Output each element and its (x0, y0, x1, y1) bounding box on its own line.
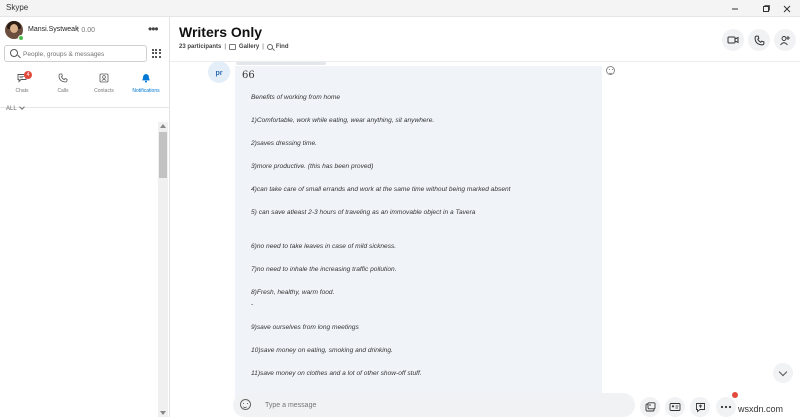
file-share-button[interactable] (690, 397, 710, 417)
more-options-icon (720, 405, 732, 409)
message-line: 7)no need to inhale the increasing traff… (251, 266, 397, 273)
message-line: Benefits of working from home (251, 94, 341, 101)
profile-name[interactable]: Mansi.Systweak (28, 26, 79, 33)
search-icon (10, 49, 18, 57)
skype-credit[interactable]: ₹ 0.00 (75, 26, 95, 34)
add-person-button[interactable] (774, 29, 796, 51)
message-line: 4)can take care of small errands and wor… (251, 186, 511, 193)
message-line: 2)saves dressing time. (251, 140, 317, 147)
presence-indicator (18, 35, 24, 41)
scrollbar-thumb[interactable] (159, 132, 167, 178)
watermark: wsxdn.com (738, 404, 784, 414)
audio-call-button[interactable] (748, 29, 770, 51)
more-options-button[interactable] (716, 397, 736, 417)
bell-icon (142, 74, 150, 83)
dialpad-icon[interactable] (150, 47, 162, 59)
contact-card-button[interactable] (665, 397, 685, 417)
search-box[interactable] (4, 45, 147, 62)
message-line: 9)save ourselves from long meetings (251, 324, 359, 331)
chat-meta: 23 participants | Gallery | Find (179, 44, 289, 50)
tab-calls[interactable]: Calls (43, 71, 83, 107)
close-icon (783, 5, 791, 12)
message-line: 5) can save atleast 2-3 hours of traveli… (251, 209, 476, 216)
message-line: 8)Fresh, healthy, warm food. (251, 289, 335, 296)
notification-dot (732, 392, 738, 398)
search-icon (266, 44, 273, 50)
app-title: Skype (6, 3, 29, 12)
message-line: 11)save money on clothes and a lot of ot… (251, 370, 422, 377)
message-line: 10)save money on eating, smoking and dri… (251, 347, 393, 354)
scroll-to-bottom-button[interactable] (773, 363, 793, 383)
contact-card-icon (669, 403, 681, 411)
ellipsis-icon[interactable]: ••• (148, 22, 159, 36)
message-line: 6)no need to take leaves in case of mild… (251, 243, 397, 250)
scroll-down-icon[interactable] (160, 411, 166, 415)
video-call-icon (727, 36, 739, 44)
message-input[interactable] (265, 399, 565, 411)
file-share-icon (695, 402, 705, 412)
divider (0, 107, 169, 108)
filter-dropdown[interactable]: ALL (6, 104, 25, 112)
chevron-down-icon (18, 104, 25, 110)
close-button[interactable] (774, 0, 800, 17)
tab-label: Contacts (94, 88, 114, 94)
message-composer[interactable] (233, 393, 635, 417)
tab-chats[interactable]: 4 Chats (2, 71, 42, 107)
video-call-button[interactable] (722, 29, 744, 51)
sidebar-scrollbar[interactable] (158, 122, 168, 417)
media-gallery-button[interactable] (640, 397, 660, 417)
tab-label: Chats (15, 88, 29, 94)
audio-call-icon (754, 35, 764, 45)
chat-pane: Writers Only 23 participants | Gallery |… (170, 17, 800, 417)
title-bar: Skype (0, 0, 800, 17)
scroll-up-icon[interactable] (160, 124, 166, 128)
media-gallery-icon (645, 402, 655, 412)
emoji-icon[interactable] (240, 399, 251, 410)
quote-icon: 66 (242, 70, 255, 81)
gallery-link[interactable]: Gallery (239, 44, 259, 50)
find-link[interactable]: Find (276, 44, 289, 50)
tab-contacts[interactable]: Contacts (84, 71, 124, 107)
message-bubble[interactable]: 66 Benefits of working from home 1)Comfo… (235, 66, 602, 403)
message-line: 3)more productive. (this has been proved… (251, 163, 374, 170)
tab-notifications[interactable]: Notifications (126, 71, 166, 107)
message-line: - (251, 301, 254, 308)
message-line: 1)Comfortable, work while eating, wear a… (251, 117, 435, 124)
chevron-down-icon (778, 367, 788, 376)
contacts-icon (99, 73, 109, 83)
tab-label: Notifications (132, 88, 160, 94)
sidebar: Mansi.Systweak ₹ 0.00 ••• 4 Chats Calls … (0, 17, 170, 417)
maximize-icon (763, 4, 770, 12)
reaction-icon[interactable] (606, 66, 615, 75)
participants-count[interactable]: 23 participants (179, 44, 221, 50)
phone-icon (58, 73, 68, 83)
filter-label: ALL (6, 106, 17, 112)
chat-title[interactable]: Writers Only (179, 24, 262, 40)
sender-name-faded (236, 62, 326, 65)
minimize-button[interactable] (722, 0, 748, 17)
nav-tabs: 4 Chats Calls Contacts Notifications (0, 71, 170, 107)
profile-header[interactable]: Mansi.Systweak ₹ 0.00 ••• (0, 17, 170, 43)
sender-avatar[interactable]: pr (208, 61, 230, 83)
add-person-icon (780, 35, 790, 45)
gallery-icon (228, 44, 236, 50)
minimize-icon (732, 8, 738, 9)
search-input[interactable] (23, 48, 143, 60)
unread-badge: 4 (24, 71, 32, 79)
tab-label: Calls (57, 88, 69, 94)
